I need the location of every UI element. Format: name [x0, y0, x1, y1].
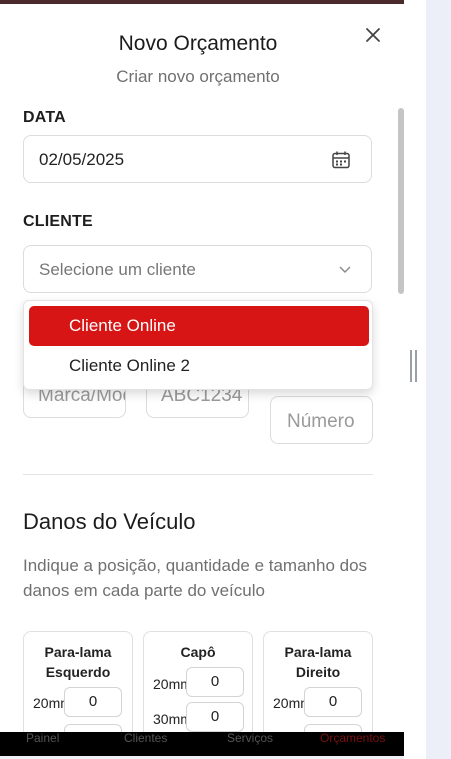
quantity-input[interactable]: 0: [304, 687, 362, 717]
client-label: CLIENTE: [23, 213, 93, 230]
nav-item-orcamentos[interactable]: Orçamentos: [320, 731, 385, 745]
number-placeholder: Número: [287, 411, 355, 432]
client-dropdown: Cliente Online Cliente Online 2: [23, 300, 373, 390]
client-placeholder: Selecione um cliente: [39, 260, 196, 279]
client-select[interactable]: Selecione um cliente: [23, 245, 372, 293]
calendar-icon[interactable]: [331, 150, 351, 170]
quantity-input[interactable]: [64, 724, 122, 732]
date-input[interactable]: 02/05/2025: [23, 135, 372, 183]
resize-handle[interactable]: [410, 350, 418, 382]
scrollbar[interactable]: [398, 108, 404, 294]
quantity-input[interactable]: 0: [186, 702, 244, 732]
chevron-down-icon: [339, 266, 351, 273]
nav-item-servicos[interactable]: Serviços: [227, 731, 273, 745]
divider: [23, 474, 373, 475]
client-option[interactable]: Cliente Online: [29, 306, 369, 346]
part-name: Capô: [180, 644, 216, 660]
date-label: DATA: [23, 109, 66, 126]
page-background: [426, 0, 451, 759]
new-budget-modal: Novo Orçamento Criar novo orçamento DATA…: [0, 4, 404, 732]
part-name: Para-lama Direito: [284, 644, 352, 680]
quantity-input[interactable]: 0: [64, 687, 122, 717]
nav-item-clientes[interactable]: Clientes: [124, 731, 167, 745]
damage-section-title: Danos do Veículo: [23, 509, 196, 534]
client-option[interactable]: Cliente Online 2: [29, 346, 369, 386]
part-name: Para-lama Esquerdo: [44, 644, 112, 680]
damage-card-right-fender: Para-lama Direito 20mm 0: [263, 631, 373, 732]
date-value: 02/05/2025: [39, 150, 125, 169]
bottom-nav: Painel Clientes Serviços Orçamentos: [0, 731, 404, 756]
damage-section-description: Indique a posição, quantidade e tamanho …: [23, 556, 368, 600]
number-input[interactable]: Número: [270, 396, 373, 444]
damage-card-hood: Capô 20mm 0 30mm 0: [143, 631, 253, 732]
quantity-input[interactable]: 0: [186, 667, 244, 697]
damage-card-left-fender: Para-lama Esquerdo 20mm 0: [23, 631, 133, 732]
modal-title: Novo Orçamento: [118, 32, 278, 55]
modal-subtitle: Criar novo orçamento: [116, 67, 280, 86]
nav-item-painel[interactable]: Painel: [26, 731, 59, 745]
